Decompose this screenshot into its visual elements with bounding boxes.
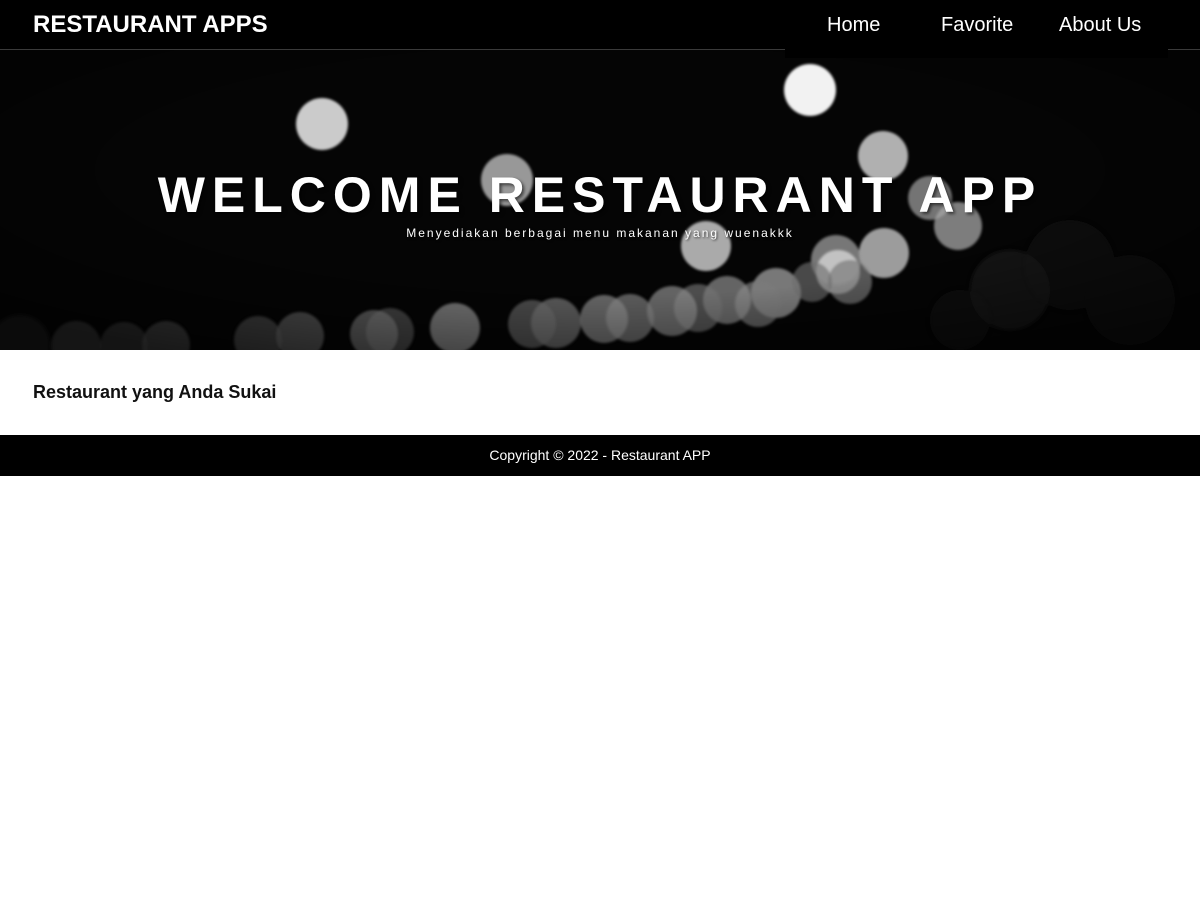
hero-subtitle: Menyediakan berbagai menu makanan yang w… [406,226,794,240]
main-content: Restaurant yang Anda Sukai [0,350,1200,435]
hero-title: WELCOME RESTAURANT APP [157,167,1043,223]
hero-banner: WELCOME RESTAURANT APP Menyediakan berba… [0,50,1200,350]
nav-link-home[interactable]: Home [827,13,880,37]
nav-link-favorite[interactable]: Favorite [941,13,1013,37]
nav-link-about-us[interactable]: About Us [1059,13,1141,37]
favorite-section-title: Restaurant yang Anda Sukai [33,382,277,402]
app-bar: RESTAURANT APPS Home Favorite About Us [0,0,1200,58]
app-brand[interactable]: RESTAURANT APPS [33,11,268,39]
nav-menu: Home Favorite About Us [785,0,1168,58]
page-footer: Copyright © 2022 - Restaurant APP [0,435,1200,476]
copyright-text: Copyright © 2022 - Restaurant APP [489,447,711,463]
